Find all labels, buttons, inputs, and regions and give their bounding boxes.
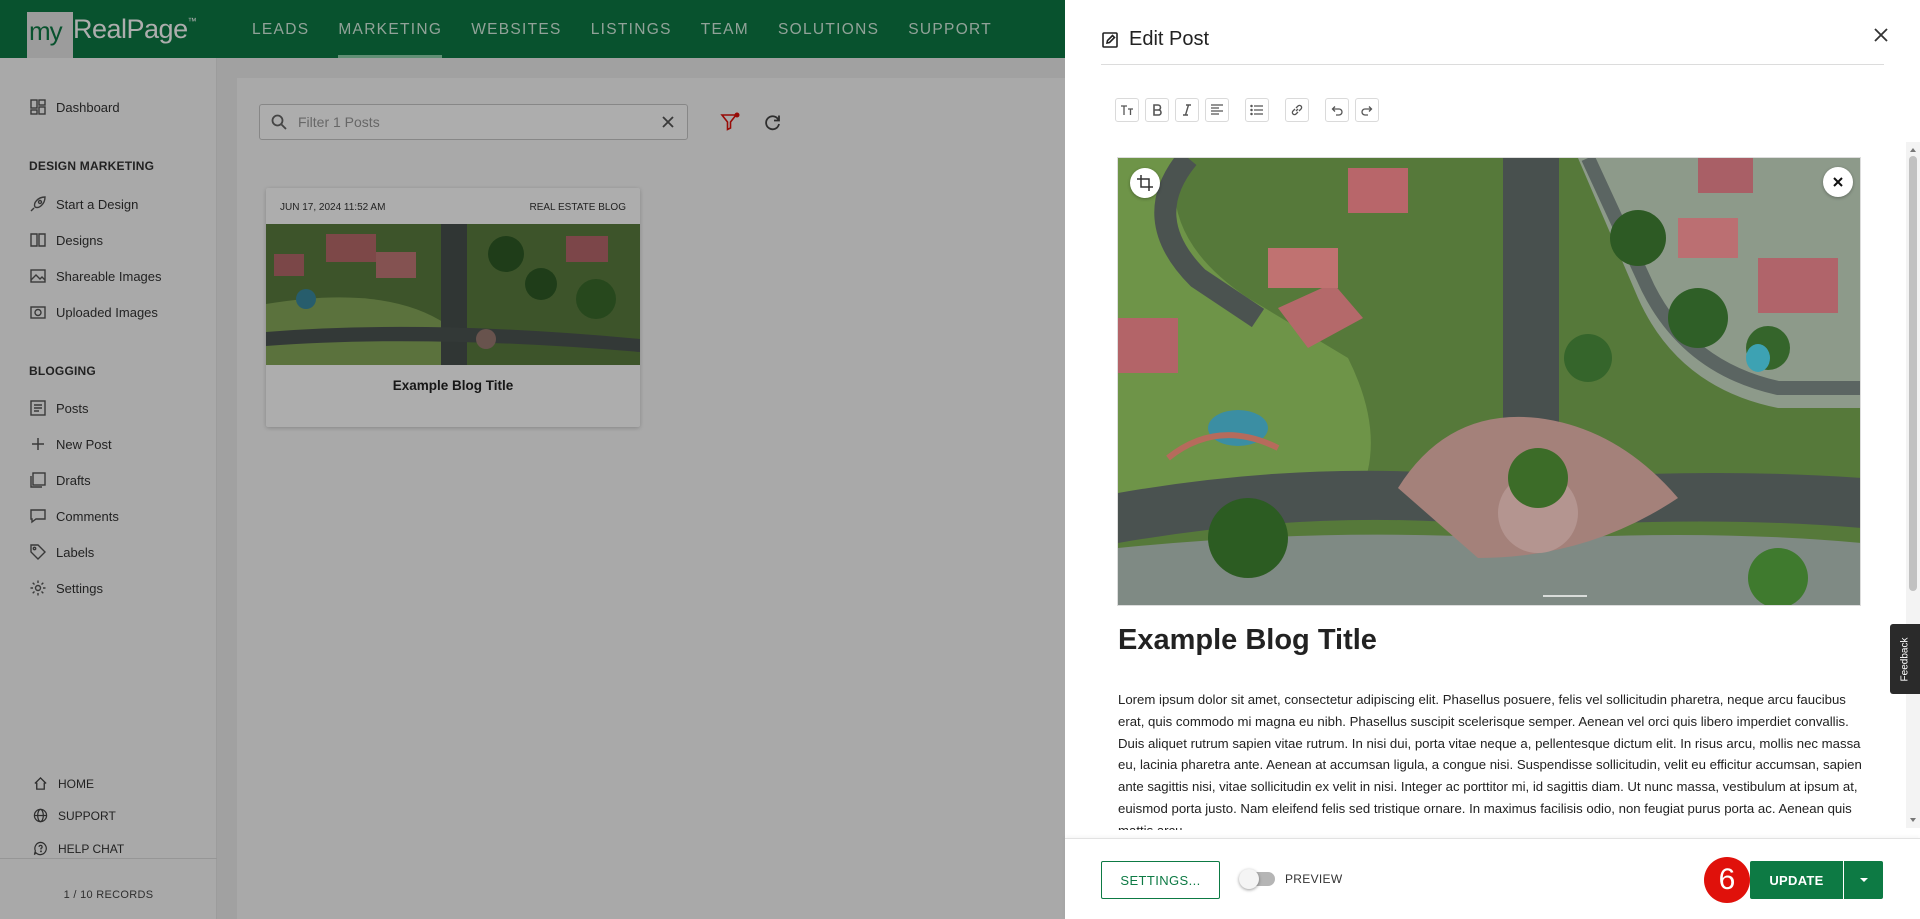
text-size-button[interactable]: [1115, 98, 1139, 122]
aerial-neighborhood-image: [1118, 158, 1860, 605]
preview-label: PREVIEW: [1285, 872, 1343, 886]
crop-icon: [1137, 175, 1153, 191]
step-badge: 6: [1704, 857, 1750, 903]
text-size-icon: [1121, 105, 1133, 115]
featured-image[interactable]: [1117, 157, 1861, 606]
settings-button[interactable]: SETTINGS...: [1101, 861, 1220, 899]
list-button[interactable]: [1245, 98, 1269, 122]
drawer-title: Edit Post: [1129, 28, 1210, 50]
undo-icon: [1331, 106, 1343, 116]
update-button[interactable]: UPDATE: [1750, 861, 1843, 899]
link-button[interactable]: [1285, 98, 1309, 122]
redo-icon: [1361, 106, 1373, 116]
feedback-tab[interactable]: Feedback: [1890, 624, 1920, 694]
scroll-down-icon[interactable]: [1909, 816, 1917, 824]
editor-scrollbar-thumb[interactable]: [1909, 156, 1917, 591]
post-title[interactable]: Example Blog Title: [1118, 624, 1377, 657]
close-icon[interactable]: [1870, 24, 1892, 46]
align-left-icon: [1211, 104, 1223, 115]
redo-button[interactable]: [1355, 98, 1379, 122]
drawer-footer: SETTINGS... PREVIEW 6 UPDATE: [1065, 838, 1920, 919]
list-icon: [1250, 104, 1263, 116]
edit-post-drawer: Edit Post Example Blog Title Lorem ipsum…: [1065, 0, 1920, 919]
bold-icon: [1153, 104, 1162, 116]
editor-toolbar: [1115, 98, 1385, 122]
bold-button[interactable]: [1145, 98, 1169, 122]
align-left-button[interactable]: [1205, 98, 1229, 122]
undo-button[interactable]: [1325, 98, 1349, 122]
caret-down-icon: [1859, 878, 1868, 882]
drawer-header: Edit Post: [1101, 28, 1209, 51]
italic-icon: [1183, 104, 1191, 116]
feedback-label: Feedback: [1899, 637, 1911, 681]
modal-backdrop[interactable]: [0, 0, 1065, 919]
preview-toggle[interactable]: [1239, 869, 1275, 889]
close-icon: [1833, 177, 1843, 187]
link-icon: [1291, 104, 1303, 116]
remove-image-button[interactable]: [1823, 167, 1853, 197]
preview-toggle-knob: [1239, 869, 1259, 889]
header-divider: [1101, 64, 1884, 65]
crop-image-button[interactable]: [1130, 168, 1160, 198]
scroll-up-icon[interactable]: [1909, 146, 1917, 154]
update-options-button[interactable]: [1844, 861, 1883, 899]
edit-icon: [1102, 31, 1118, 48]
italic-button[interactable]: [1175, 98, 1199, 122]
post-body-editor[interactable]: Lorem ipsum dolor sit amet, consectetur …: [1118, 689, 1863, 830]
